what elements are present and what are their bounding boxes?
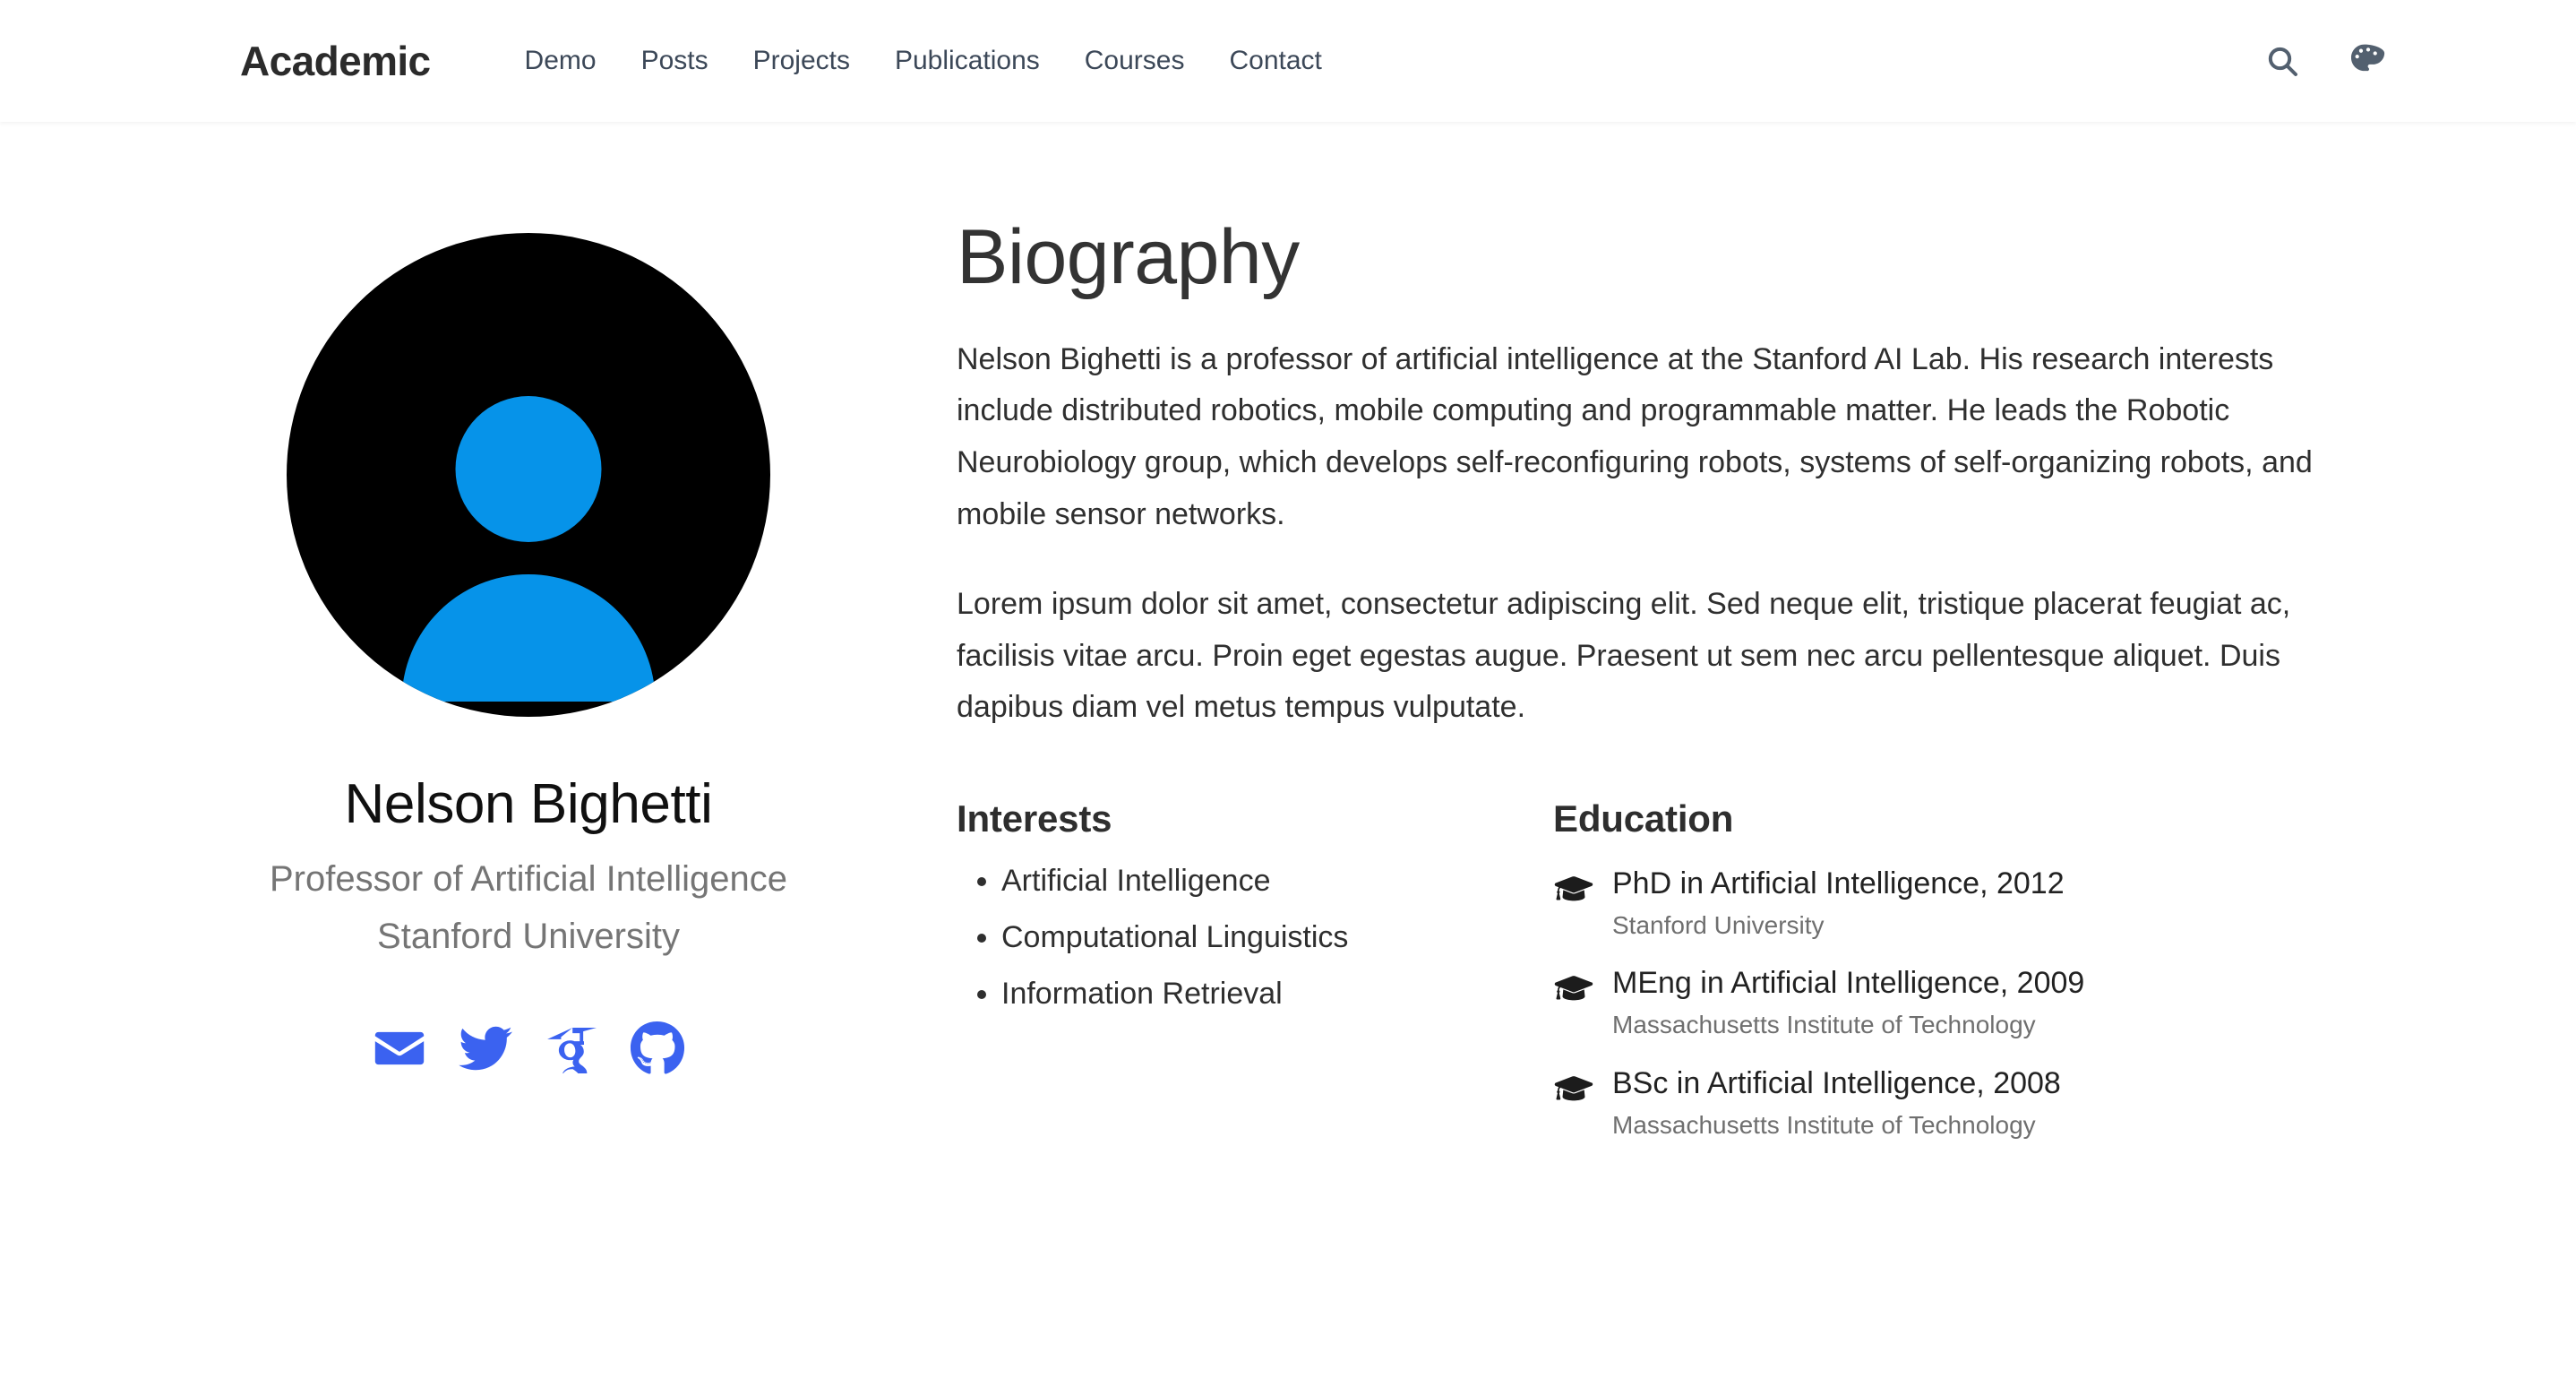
education-institution: Stanford University	[1612, 910, 1825, 939]
graduation-cap-icon	[1553, 970, 1594, 1001]
social-link-github[interactable]	[630, 1021, 685, 1076]
nav-item-posts: Posts	[619, 45, 731, 77]
list-item: Computational Linguistics	[1001, 922, 1553, 952]
primary-nav: Demo Posts Projects Publications Courses…	[502, 45, 1344, 77]
interests-education-row: Interests Artificial Intelligence Comput…	[957, 797, 2356, 1165]
biography-heading: Biography	[957, 214, 1300, 300]
list-item: MEng in Artificial Intelligence, 2009 Ma…	[1553, 965, 2356, 1042]
biography-paragraph-2: Lorem ipsum dolor sit amet, consectetur …	[957, 586, 2291, 725]
search-icon	[2264, 43, 2300, 79]
theme-button[interactable]	[2348, 41, 2388, 81]
nav-link-courses[interactable]: Courses	[1062, 45, 1207, 77]
nav-link-posts[interactable]: Posts	[619, 45, 731, 77]
social-link-google-scholar[interactable]	[544, 1021, 599, 1076]
interests-heading: Interests	[957, 797, 1112, 840]
main-navbar: Academic Demo Posts Projects Publication…	[0, 0, 2576, 122]
navbar-actions	[2263, 41, 2388, 81]
twitter-icon	[459, 1021, 512, 1075]
person-name: Nelson Bighetti	[344, 773, 713, 835]
nav-item-courses: Courses	[1062, 45, 1207, 77]
graduation-cap-icon	[1553, 1071, 1594, 1101]
graduation-cap-icon	[1553, 871, 1594, 901]
avatar	[287, 233, 770, 717]
user-avatar-icon-head	[455, 396, 602, 542]
email-icon	[374, 1022, 425, 1074]
profile-sidebar: Nelson Bighetti Professor of Artificial …	[107, 215, 949, 1165]
education-item-text: PhD in Artificial Intelligence, 2012 Sta…	[1612, 866, 2356, 943]
list-item: PhD in Artificial Intelligence, 2012 Sta…	[1553, 866, 2356, 943]
nav-item-demo: Demo	[502, 45, 619, 77]
education-section: Education PhD in Artificial Intelligence…	[1553, 797, 2356, 1165]
education-institution: Massachusetts Institute of Technology	[1612, 1011, 2036, 1039]
nav-link-contact[interactable]: Contact	[1206, 45, 1344, 77]
interests-list: Artificial Intelligence Computational Li…	[957, 866, 1553, 1009]
nav-link-publications[interactable]: Publications	[872, 45, 1062, 77]
palette-icon	[2349, 42, 2387, 80]
education-item-text: MEng in Artificial Intelligence, 2009 Ma…	[1612, 965, 2356, 1042]
social-links	[372, 1021, 685, 1076]
biography-section: Biography Nelson Bighetti is a professor…	[949, 215, 2356, 1165]
interests-section: Interests Artificial Intelligence Comput…	[957, 797, 1553, 1165]
education-item-text: BSc in Artificial Intelligence, 2008 Mas…	[1612, 1065, 2356, 1142]
navbar-inner: Academic Demo Posts Projects Publication…	[0, 40, 2576, 82]
nav-link-projects[interactable]: Projects	[731, 45, 872, 77]
site-brand[interactable]: Academic	[240, 40, 431, 82]
nav-link-demo[interactable]: Demo	[502, 45, 619, 77]
education-heading: Education	[1553, 797, 1734, 840]
biography-paragraph-1: Nelson Bighetti is a professor of artifi…	[957, 341, 2313, 531]
education-course: BSc in Artificial Intelligence, 2008	[1612, 1065, 2061, 1100]
list-item: BSc in Artificial Intelligence, 2008 Mas…	[1553, 1065, 2356, 1142]
search-button[interactable]	[2263, 41, 2302, 81]
google-scholar-icon	[546, 1023, 597, 1074]
user-avatar-icon-body	[401, 574, 656, 702]
social-link-email[interactable]	[372, 1021, 427, 1076]
profile-page: Nelson Bighetti Professor of Artificial …	[0, 122, 2576, 1165]
education-course: MEng in Artificial Intelligence, 2009	[1612, 966, 2085, 1001]
nav-item-projects: Projects	[731, 45, 872, 77]
person-organization: Stanford University	[377, 917, 680, 957]
github-icon	[630, 1021, 685, 1076]
social-link-twitter[interactable]	[458, 1021, 513, 1076]
person-role: Professor of Artificial Intelligence	[269, 859, 788, 900]
nav-item-publications: Publications	[872, 45, 1062, 77]
list-item: Information Retrieval	[1001, 978, 1553, 1009]
education-course: PhD in Artificial Intelligence, 2012	[1612, 866, 2065, 900]
nav-item-contact: Contact	[1206, 45, 1344, 77]
education-list: PhD in Artificial Intelligence, 2012 Sta…	[1553, 866, 2356, 1142]
education-institution: Massachusetts Institute of Technology	[1612, 1110, 2036, 1139]
list-item: Artificial Intelligence	[1001, 866, 1553, 896]
